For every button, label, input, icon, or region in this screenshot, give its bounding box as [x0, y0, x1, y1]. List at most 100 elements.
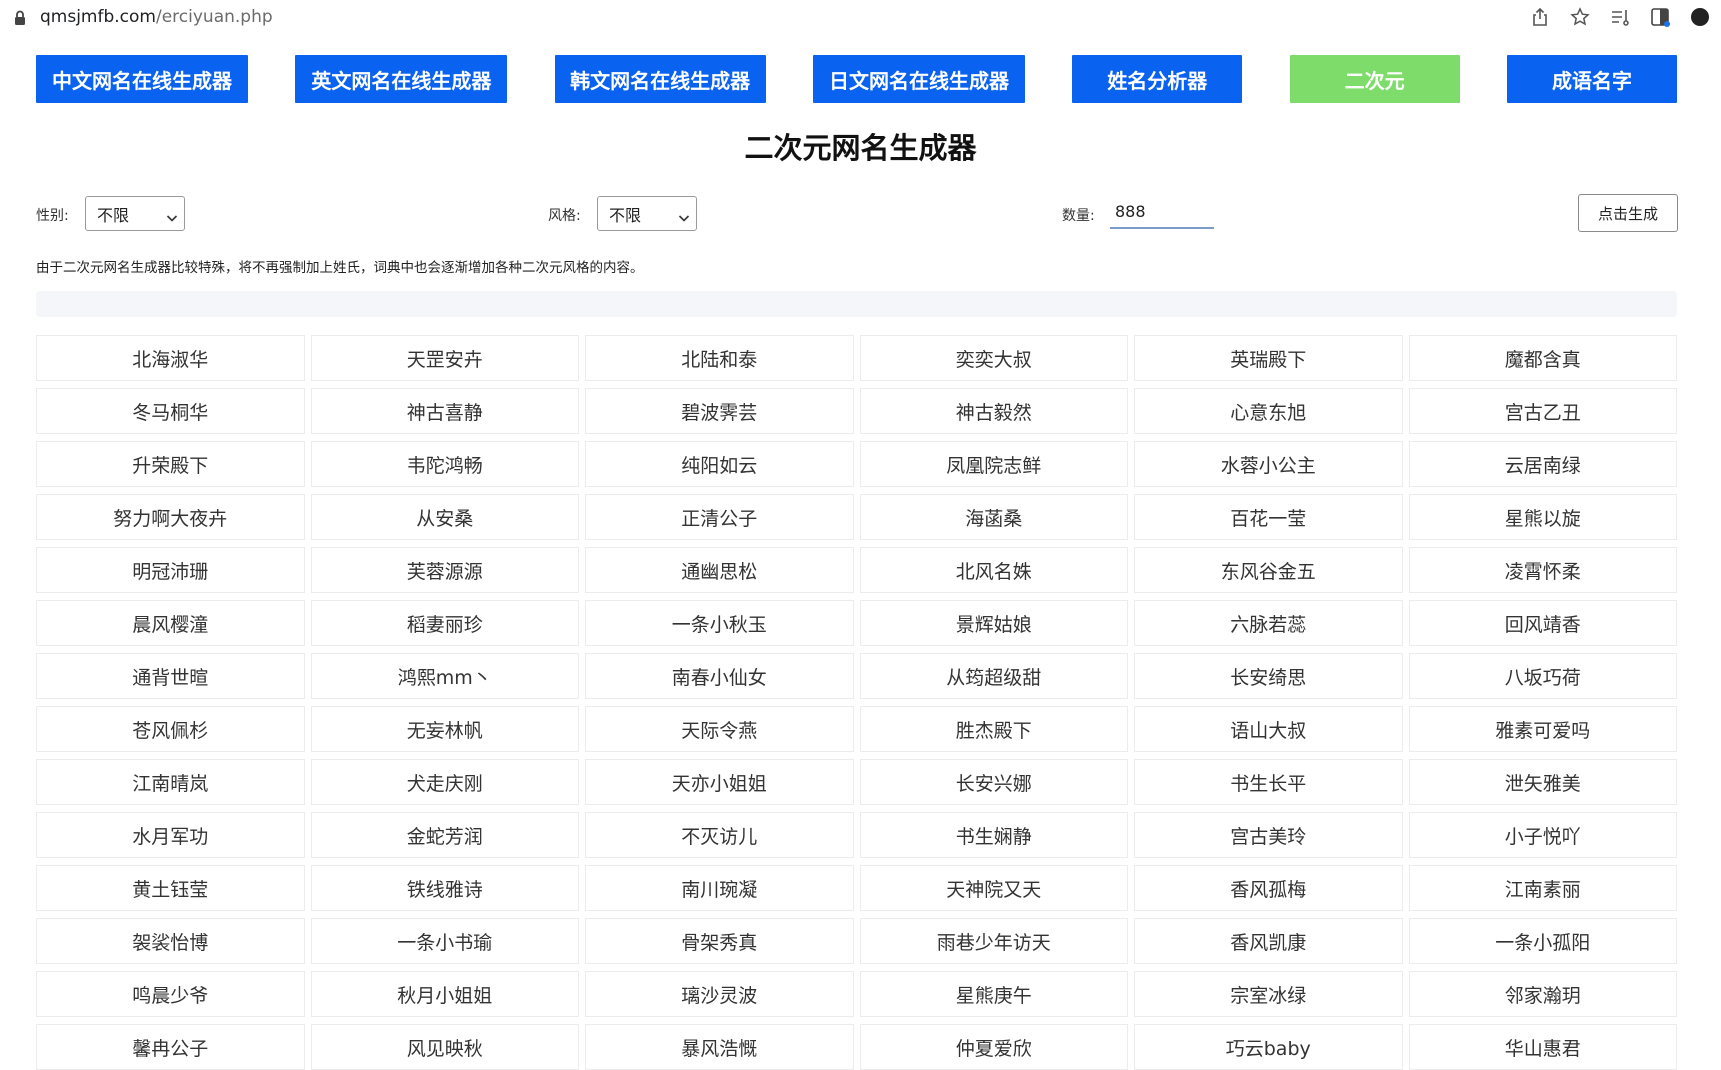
name-cell[interactable]: 不灭访儿 [585, 812, 854, 858]
count-input[interactable]: 888 [1110, 196, 1214, 229]
name-cell[interactable]: 书生长平 [1134, 759, 1403, 805]
name-cell[interactable]: 从安桑 [310, 494, 579, 540]
name-cell[interactable]: 通背世暄 [36, 653, 305, 699]
name-cell[interactable]: 正清公子 [585, 494, 854, 540]
name-cell[interactable]: 巧云baby [1134, 1024, 1403, 1070]
name-cell[interactable]: 芙蓉源源 [310, 547, 579, 593]
url-text[interactable]: qmsjmfb.com/erciyuan.php [40, 7, 273, 27]
name-cell[interactable]: 北风名姝 [859, 547, 1128, 593]
name-cell[interactable]: 凌霄怀柔 [1408, 547, 1677, 593]
name-cell[interactable]: 华山惠君 [1408, 1024, 1677, 1070]
name-cell[interactable]: 天际令燕 [585, 706, 854, 752]
name-cell[interactable]: 英瑞殿下 [1134, 335, 1403, 381]
name-cell[interactable]: 江南素丽 [1408, 865, 1677, 911]
name-cell[interactable]: 一条小书瑜 [310, 918, 579, 964]
name-cell[interactable]: 袈裟怡博 [36, 918, 305, 964]
name-cell[interactable]: 纯阳如云 [585, 441, 854, 487]
name-cell[interactable]: 水月军功 [36, 812, 305, 858]
name-cell[interactable]: 一条小孤阳 [1408, 918, 1677, 964]
name-cell[interactable]: 长安兴娜 [859, 759, 1128, 805]
name-cell[interactable]: 无妄林帆 [310, 706, 579, 752]
name-cell[interactable]: 黄土钰莹 [36, 865, 305, 911]
nav-chinese-name-generator[interactable]: 中文网名在线生成器 [36, 55, 248, 103]
name-cell[interactable]: 馨冉公子 [36, 1024, 305, 1070]
name-cell[interactable]: 升荣殿下 [36, 441, 305, 487]
name-cell[interactable]: 香风凯康 [1134, 918, 1403, 964]
sidebar-icon[interactable] [1649, 6, 1671, 28]
name-cell[interactable]: 江南晴岚 [36, 759, 305, 805]
name-cell[interactable]: 骨架秀真 [585, 918, 854, 964]
name-cell[interactable]: 从筠超级甜 [859, 653, 1128, 699]
name-cell[interactable]: 碧波霁芸 [585, 388, 854, 434]
name-cell[interactable]: 金蛇芳润 [310, 812, 579, 858]
name-cell[interactable]: 书生娴静 [859, 812, 1128, 858]
name-cell[interactable]: 北陆和泰 [585, 335, 854, 381]
name-cell[interactable]: 景辉姑娘 [859, 600, 1128, 646]
name-cell[interactable]: 雅素可爱吗 [1408, 706, 1677, 752]
name-cell[interactable]: 一条小秋玉 [585, 600, 854, 646]
name-cell[interactable]: 稻妻丽珍 [310, 600, 579, 646]
name-cell[interactable]: 铁线雅诗 [310, 865, 579, 911]
name-cell[interactable]: 小子悦吖 [1408, 812, 1677, 858]
name-cell[interactable]: 六脉若蕊 [1134, 600, 1403, 646]
name-cell[interactable]: 南川琬凝 [585, 865, 854, 911]
name-cell[interactable]: 长安绮思 [1134, 653, 1403, 699]
name-cell[interactable]: 鸣晨少爷 [36, 971, 305, 1017]
name-cell[interactable]: 冬马桐华 [36, 388, 305, 434]
name-cell[interactable]: 南春小仙女 [585, 653, 854, 699]
name-cell[interactable]: 宫古乙丑 [1408, 388, 1677, 434]
name-cell[interactable]: 八坂巧荷 [1408, 653, 1677, 699]
nav-erciyuan[interactable]: 二次元 [1289, 55, 1460, 103]
reading-list-icon[interactable] [1609, 6, 1631, 28]
name-cell[interactable]: 暴风浩慨 [585, 1024, 854, 1070]
name-cell[interactable]: 北海淑华 [36, 335, 305, 381]
nav-english-name-generator[interactable]: 英文网名在线生成器 [295, 55, 508, 103]
name-cell[interactable]: 星熊以旋 [1408, 494, 1677, 540]
name-cell[interactable]: 通幽思松 [585, 547, 854, 593]
name-cell[interactable]: 犬走庆刚 [310, 759, 579, 805]
name-cell[interactable]: 神古喜静 [310, 388, 579, 434]
name-cell[interactable]: 神古毅然 [859, 388, 1128, 434]
name-cell[interactable]: 海菡桑 [859, 494, 1128, 540]
name-cell[interactable]: 水蓉小公主 [1134, 441, 1403, 487]
name-cell[interactable]: 云居南绿 [1408, 441, 1677, 487]
name-cell[interactable]: 宗室冰绿 [1134, 971, 1403, 1017]
nav-name-analyzer[interactable]: 姓名分析器 [1072, 55, 1243, 103]
name-cell[interactable]: 鸿熙mm丶 [310, 653, 579, 699]
generate-button[interactable]: 点击生成 [1578, 194, 1678, 232]
name-cell[interactable]: 明冠沛珊 [36, 547, 305, 593]
profile-icon[interactable] [1689, 6, 1711, 28]
name-cell[interactable]: 百花一莹 [1134, 494, 1403, 540]
name-cell[interactable]: 凤凰院志鲜 [859, 441, 1128, 487]
style-select[interactable]: 不限 [597, 196, 697, 231]
share-icon[interactable] [1529, 6, 1551, 28]
name-cell[interactable]: 魔都含真 [1408, 335, 1677, 381]
name-cell[interactable]: 璃沙灵波 [585, 971, 854, 1017]
name-cell[interactable]: 努力啊大夜卉 [36, 494, 305, 540]
name-cell[interactable]: 语山大叔 [1134, 706, 1403, 752]
name-cell[interactable]: 奕奕大叔 [859, 335, 1128, 381]
name-cell[interactable]: 仲夏爱欣 [859, 1024, 1128, 1070]
name-cell[interactable]: 香风孤梅 [1134, 865, 1403, 911]
name-cell[interactable]: 泄矢雅美 [1408, 759, 1677, 805]
name-cell[interactable]: 晨风樱潼 [36, 600, 305, 646]
name-cell[interactable]: 苍风佩杉 [36, 706, 305, 752]
name-cell[interactable]: 宫古美玲 [1134, 812, 1403, 858]
nav-idiom-names[interactable]: 成语名字 [1506, 55, 1677, 103]
name-cell[interactable]: 回风靖香 [1408, 600, 1677, 646]
name-cell[interactable]: 星熊庚午 [859, 971, 1128, 1017]
name-cell[interactable]: 邻家瀚玥 [1408, 971, 1677, 1017]
bookmark-star-icon[interactable] [1569, 6, 1591, 28]
name-cell[interactable]: 风见映秋 [310, 1024, 579, 1070]
nav-japanese-name-generator[interactable]: 日文网名在线生成器 [812, 55, 1025, 103]
name-cell[interactable]: 雨巷少年访天 [859, 918, 1128, 964]
name-cell[interactable]: 天神院又天 [859, 865, 1128, 911]
nav-korean-name-generator[interactable]: 韩文网名在线生成器 [554, 55, 766, 103]
name-cell[interactable]: 秋月小姐姐 [310, 971, 579, 1017]
name-cell[interactable]: 心意东旭 [1134, 388, 1403, 434]
name-cell[interactable]: 天罡安卉 [310, 335, 579, 381]
gender-select[interactable]: 不限 [85, 196, 185, 231]
address-bar[interactable]: qmsjmfb.com/erciyuan.php [0, 0, 1721, 38]
name-cell[interactable]: 韦陀鸿畅 [310, 441, 579, 487]
name-cell[interactable]: 胜杰殿下 [859, 706, 1128, 752]
